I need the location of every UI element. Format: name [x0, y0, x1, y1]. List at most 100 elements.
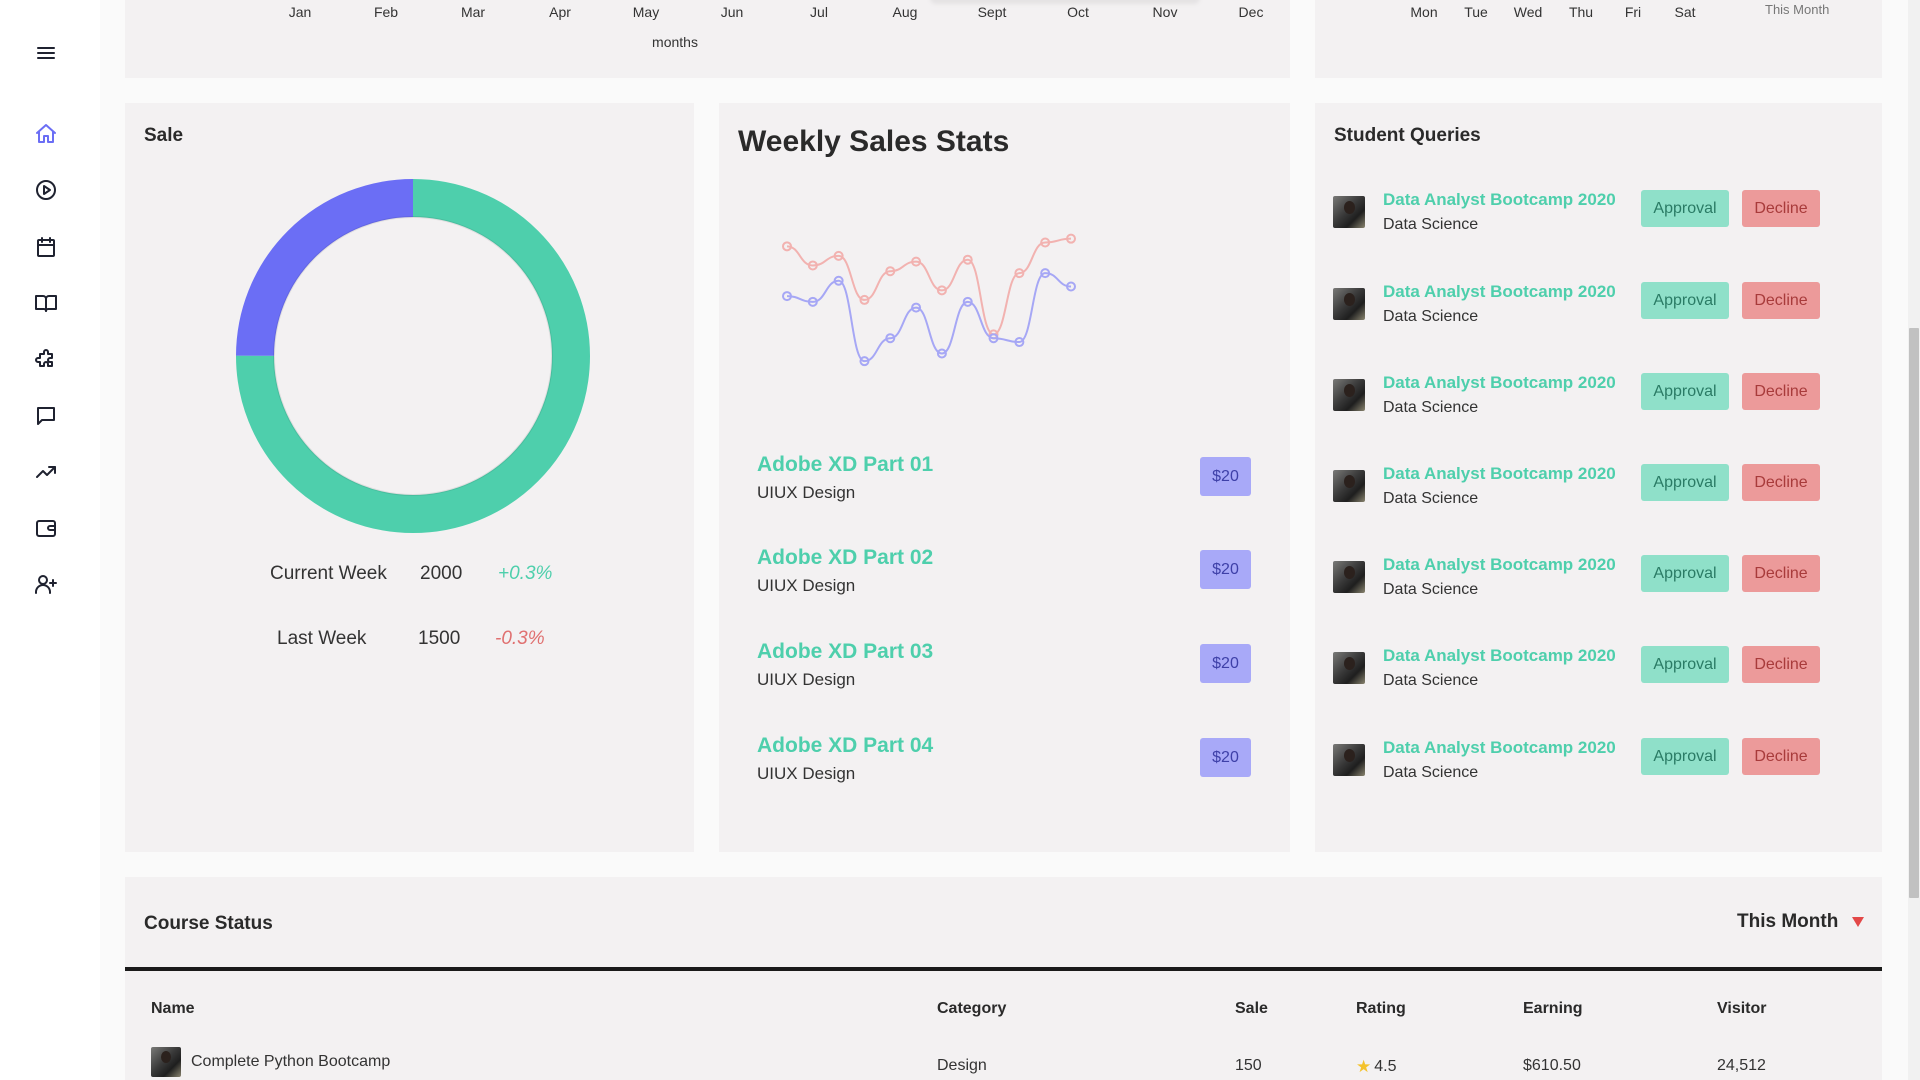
star-icon: ★ — [1356, 1057, 1372, 1076]
query-title[interactable]: Data Analyst Bootcamp 2020 — [1383, 190, 1616, 210]
column-header[interactable]: Sale — [1235, 1000, 1268, 1018]
puzzle-icon[interactable] — [31, 345, 61, 375]
approve-button[interactable]: Approval — [1641, 646, 1729, 683]
month-tick: Aug — [892, 4, 918, 20]
price-badge: $20 — [1200, 550, 1251, 589]
query-subtitle: Data Science — [1383, 308, 1479, 325]
period-label[interactable]: This Month — [1737, 911, 1838, 933]
decline-button[interactable]: Decline — [1742, 555, 1820, 592]
column-header[interactable]: Category — [937, 1000, 1006, 1018]
column-header[interactable]: Visitor — [1717, 1000, 1767, 1018]
weekly-title: Weekly Sales Stats — [738, 125, 1010, 158]
monthly-chart-card: Jan Feb Mar Apr May Jun Jul Aug Sept Oct… — [125, 0, 1290, 78]
weekday-chart-card: Mon Tue Wed Thu Fri Sat This Month — [1315, 0, 1882, 78]
query-title[interactable]: Data Analyst Bootcamp 2020 — [1383, 464, 1616, 484]
cell-category: Design — [937, 1057, 987, 1074]
approve-button[interactable]: Approval — [1641, 282, 1729, 319]
divider — [125, 967, 1882, 971]
approve-button[interactable]: Approval — [1641, 190, 1729, 227]
book-icon[interactable] — [31, 288, 61, 318]
query-subtitle: Data Science — [1383, 216, 1479, 233]
home-icon[interactable] — [31, 119, 61, 149]
x-axis-title: months — [652, 34, 698, 50]
approve-button[interactable]: Approval — [1641, 464, 1729, 501]
course-list-item[interactable]: Adobe XD Part 01 UIUX Design $20 — [757, 453, 1257, 513]
query-title[interactable]: Data Analyst Bootcamp 2020 — [1383, 555, 1616, 575]
weekday-tick: Fri — [1624, 4, 1642, 20]
wallet-icon[interactable] — [31, 513, 61, 543]
month-tick: Sept — [977, 4, 1007, 20]
course-category: UIUX Design — [757, 576, 856, 595]
approve-button[interactable]: Approval — [1641, 373, 1729, 410]
query-title[interactable]: Data Analyst Bootcamp 2020 — [1383, 373, 1616, 393]
course-name[interactable]: Complete Python Bootcamp — [191, 1053, 390, 1071]
price-badge: $20 — [1200, 644, 1251, 683]
weekly-line-chart — [782, 233, 1076, 367]
query-subtitle: Data Science — [1383, 581, 1479, 598]
approve-button[interactable]: Approval — [1641, 738, 1729, 775]
weekday-tick: Wed — [1513, 4, 1543, 20]
avatar — [1333, 379, 1365, 411]
price-badge: $20 — [1200, 738, 1251, 777]
course-list-item[interactable]: Adobe XD Part 02 UIUX Design $20 — [757, 546, 1257, 606]
decline-button[interactable]: Decline — [1742, 282, 1820, 319]
sale-card: Sale Current Week 2000 +0.3% Last Week 1… — [125, 103, 694, 852]
decline-button[interactable]: Decline — [1742, 646, 1820, 683]
series-line — [786, 272, 1072, 363]
avatar — [1333, 652, 1365, 684]
month-tick: Jun — [720, 4, 744, 20]
course-name[interactable]: Adobe XD Part 02 — [757, 546, 933, 570]
month-tick: Jul — [810, 4, 828, 20]
user-plus-icon[interactable] — [31, 569, 61, 599]
avatar — [1333, 561, 1365, 593]
decline-button[interactable]: Decline — [1742, 190, 1820, 227]
month-tick: Dec — [1238, 4, 1264, 20]
query-title[interactable]: Data Analyst Bootcamp 2020 — [1383, 738, 1616, 758]
course-list-item[interactable]: Adobe XD Part 04 UIUX Design $20 — [757, 734, 1257, 794]
cell-visitor: 24,512 — [1717, 1057, 1766, 1074]
column-header[interactable]: Rating — [1356, 1000, 1406, 1018]
caret-down-icon[interactable] — [1852, 917, 1865, 927]
scrollbar-thumb[interactable] — [1909, 328, 1919, 898]
query-title[interactable]: Data Analyst Bootcamp 2020 — [1383, 282, 1616, 302]
course-name[interactable]: Adobe XD Part 03 — [757, 640, 933, 664]
month-tick: May — [632, 4, 660, 20]
course-list-item[interactable]: Adobe XD Part 03 UIUX Design $20 — [757, 640, 1257, 700]
month-tick: Mar — [460, 4, 486, 20]
calendar-icon[interactable] — [31, 232, 61, 262]
weekly-sales-card: Weekly Sales Stats Adobe XD Part 01 UIUX… — [719, 103, 1290, 852]
query-item: Data Analyst Bootcamp 2020 Data Science … — [1333, 738, 1873, 794]
play-icon[interactable] — [31, 175, 61, 205]
avatar — [151, 1047, 181, 1077]
course-name[interactable]: Adobe XD Part 01 — [757, 453, 933, 477]
message-icon[interactable] — [31, 401, 61, 431]
weekday-tick: Mon — [1410, 4, 1438, 20]
column-header[interactable]: Earning — [1523, 1000, 1583, 1018]
period-dropdown[interactable]: This Month — [1737, 911, 1865, 933]
query-subtitle: Data Science — [1383, 490, 1479, 507]
sidebar — [0, 0, 100, 1080]
sale-title: Sale — [144, 125, 184, 146]
approve-button[interactable]: Approval — [1641, 555, 1729, 592]
cell-sale: 150 — [1235, 1057, 1262, 1074]
stat-value: 1500 — [418, 628, 461, 649]
decline-button[interactable]: Decline — [1742, 738, 1820, 775]
weekday-tick: Tue — [1464, 4, 1488, 20]
trending-up-icon[interactable] — [31, 457, 61, 487]
stat-value: 2000 — [420, 563, 463, 584]
column-header[interactable]: Name — [151, 1000, 195, 1018]
menu-icon[interactable] — [31, 38, 61, 68]
avatar — [1333, 288, 1365, 320]
price-badge: $20 — [1200, 457, 1251, 496]
weekday-tick: Sat — [1674, 4, 1696, 20]
stat-change-up: +0.3% — [498, 563, 553, 584]
decline-button[interactable]: Decline — [1742, 464, 1820, 501]
query-title[interactable]: Data Analyst Bootcamp 2020 — [1383, 646, 1616, 666]
course-name[interactable]: Adobe XD Part 04 — [757, 734, 933, 758]
current-week-row: Current Week — [270, 563, 387, 585]
decline-button[interactable]: Decline — [1742, 373, 1820, 410]
month-tick: Oct — [1067, 4, 1089, 20]
avatar — [1333, 470, 1365, 502]
course-status-title: Course Status — [144, 913, 273, 934]
cell-name: Complete Python Bootcamp — [151, 1047, 390, 1077]
